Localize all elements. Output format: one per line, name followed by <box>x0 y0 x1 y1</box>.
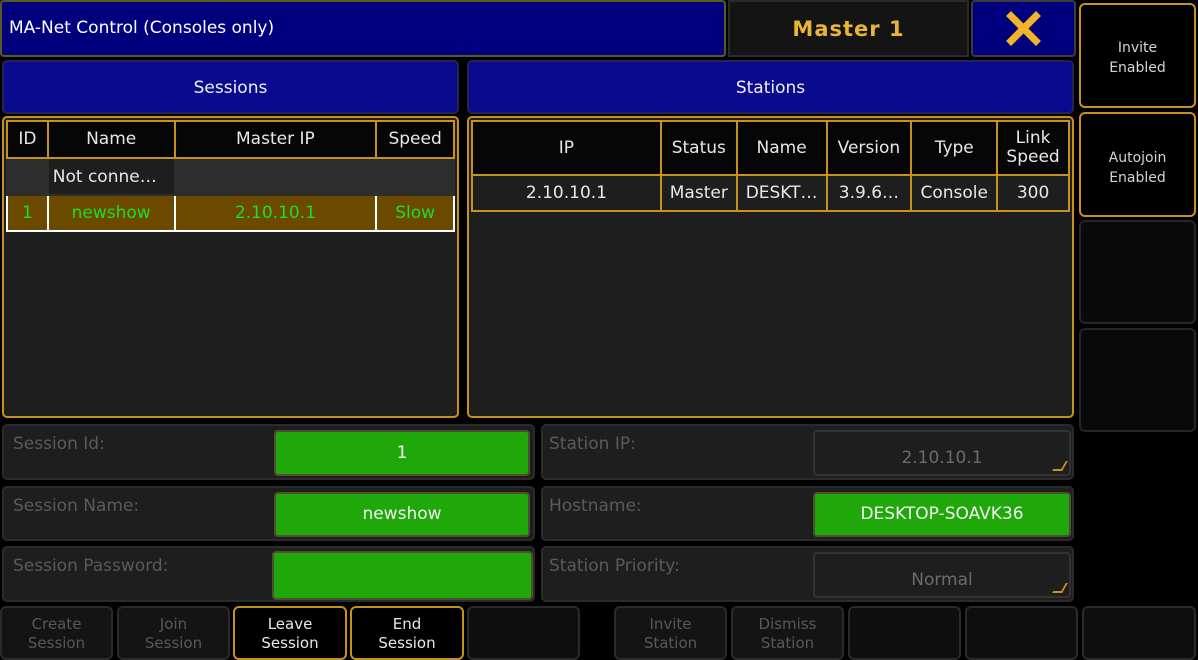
end-session-button[interactable]: End Session <box>350 606 464 660</box>
table-row[interactable]: Not conne… <box>6 157 455 196</box>
cell-id: 1 <box>6 194 49 232</box>
end-line-2: Session <box>378 634 436 652</box>
invite-station-line-2: Station <box>643 634 698 652</box>
col-version: Version <box>825 120 913 176</box>
window-title: MA-Net Control (Consoles only) <box>0 0 726 57</box>
resize-corner-icon <box>1052 583 1068 593</box>
station-priority-label: Station Priority: <box>549 556 680 576</box>
hostname-field: Hostname: DESKTOP-SOAVK36 <box>541 486 1074 541</box>
sessions-header: Sessions <box>2 60 459 114</box>
cell-status: Master <box>659 174 738 212</box>
col-name: Name <box>735 120 828 176</box>
table-row-selected[interactable]: 1 newshow 2.10.10.1 Slow <box>6 194 455 232</box>
station-ip-field: Station IP: 2.10.10.1 <box>541 424 1074 480</box>
autojoin-label: Autojoin <box>1108 150 1167 166</box>
dismiss-station-button[interactable]: Dismiss Station <box>731 606 844 660</box>
cell-type: Console <box>910 174 999 212</box>
session-name-label: Session Name: <box>13 496 140 516</box>
session-name-field: Session Name: newshow <box>2 486 535 541</box>
col-type: Type <box>910 120 999 176</box>
col-name: Name <box>46 120 176 159</box>
cell-version: 3.9.6… <box>825 174 913 212</box>
station-ip-text: 2.10.10.1 <box>901 448 983 468</box>
sessions-table: ID Name Master IP Speed Not conne… 1 new… <box>6 120 455 232</box>
dismiss-line-2: Station <box>760 634 815 652</box>
cell-master-ip <box>173 157 378 196</box>
bottom-button-empty-2[interactable] <box>848 606 961 660</box>
create-line-2: Session <box>27 634 86 652</box>
cell-name: DESKT… <box>735 174 828 212</box>
leave-line-1: Leave <box>267 615 313 633</box>
link-speed-line-2: Speed <box>1006 147 1060 167</box>
bottom-button-empty-3[interactable] <box>965 606 1078 660</box>
cell-name: newshow <box>46 194 176 232</box>
cell-master-ip: 2.10.10.1 <box>173 194 378 232</box>
station-ip-label: Station IP: <box>549 434 636 454</box>
session-id-label: Session Id: <box>13 434 105 454</box>
side-button-empty-1[interactable] <box>1079 220 1196 324</box>
stations-table: IP Status Name Version Type Link Speed 2.… <box>471 120 1070 212</box>
col-ip: IP <box>471 120 662 176</box>
invite-station-line-1: Invite <box>649 615 692 633</box>
session-id-field: Session Id: 1 <box>2 424 535 480</box>
col-master-ip: Master IP <box>173 120 378 159</box>
session-password-input[interactable] <box>272 551 533 600</box>
table-row[interactable]: 2.10.10.1 Master DESKT… 3.9.6… Console 3… <box>471 174 1070 212</box>
cell-speed: Slow <box>375 194 455 232</box>
station-priority-text: Normal <box>911 570 973 590</box>
hostname-input[interactable]: DESKTOP-SOAVK36 <box>813 492 1071 537</box>
join-session-button[interactable]: Join Session <box>117 606 230 660</box>
link-speed-line-1: Link <box>1015 128 1051 148</box>
col-link-speed: Link Speed <box>996 120 1070 176</box>
cell-link-speed: 300 <box>996 174 1070 212</box>
session-name-input[interactable]: newshow <box>274 492 530 537</box>
invite-enabled-button[interactable]: Invite Enabled <box>1079 3 1196 108</box>
col-speed: Speed <box>375 120 455 159</box>
resize-corner-icon <box>1052 461 1068 471</box>
cell-id <box>6 157 49 196</box>
hostname-label: Hostname: <box>549 496 642 516</box>
close-button[interactable] <box>971 0 1076 57</box>
stations-header: Stations <box>467 60 1074 114</box>
invite-station-button[interactable]: Invite Station <box>614 606 727 660</box>
leave-line-2: Session <box>261 634 319 652</box>
sessions-header-row: ID Name Master IP Speed <box>6 120 455 159</box>
end-line-1: End <box>392 615 422 633</box>
station-ip-value[interactable]: 2.10.10.1 <box>813 430 1071 476</box>
station-priority-field: Station Priority: Normal <box>541 546 1074 602</box>
session-password-label: Session Password: <box>13 556 169 576</box>
cell-speed <box>375 157 455 196</box>
side-button-empty-2[interactable] <box>1079 328 1196 432</box>
dismiss-line-1: Dismiss <box>758 615 817 633</box>
create-session-button[interactable]: Create Session <box>0 606 113 660</box>
stations-header-row: IP Status Name Version Type Link Speed <box>471 120 1070 176</box>
session-password-field: Session Password: <box>2 546 535 602</box>
cell-name: Not conne… <box>46 157 176 196</box>
invite-label: Invite <box>1117 40 1158 56</box>
col-status: Status <box>659 120 738 176</box>
join-line-1: Join <box>159 615 188 633</box>
leave-session-button[interactable]: Leave Session <box>233 606 347 660</box>
master-indicator: Master 1 <box>728 0 969 57</box>
create-line-1: Create <box>31 615 82 633</box>
station-priority-value[interactable]: Normal <box>813 552 1071 598</box>
autojoin-state: Enabled <box>1109 170 1166 186</box>
close-icon <box>1006 11 1041 46</box>
autojoin-enabled-button[interactable]: Autojoin Enabled <box>1079 112 1196 217</box>
join-line-2: Session <box>144 634 203 652</box>
invite-state: Enabled <box>1109 60 1166 76</box>
col-id: ID <box>6 120 49 159</box>
bottom-button-empty-4[interactable] <box>1082 606 1196 660</box>
cell-ip: 2.10.10.1 <box>471 174 662 212</box>
bottom-button-empty-1[interactable] <box>467 606 580 660</box>
session-id-input[interactable]: 1 <box>274 430 530 476</box>
